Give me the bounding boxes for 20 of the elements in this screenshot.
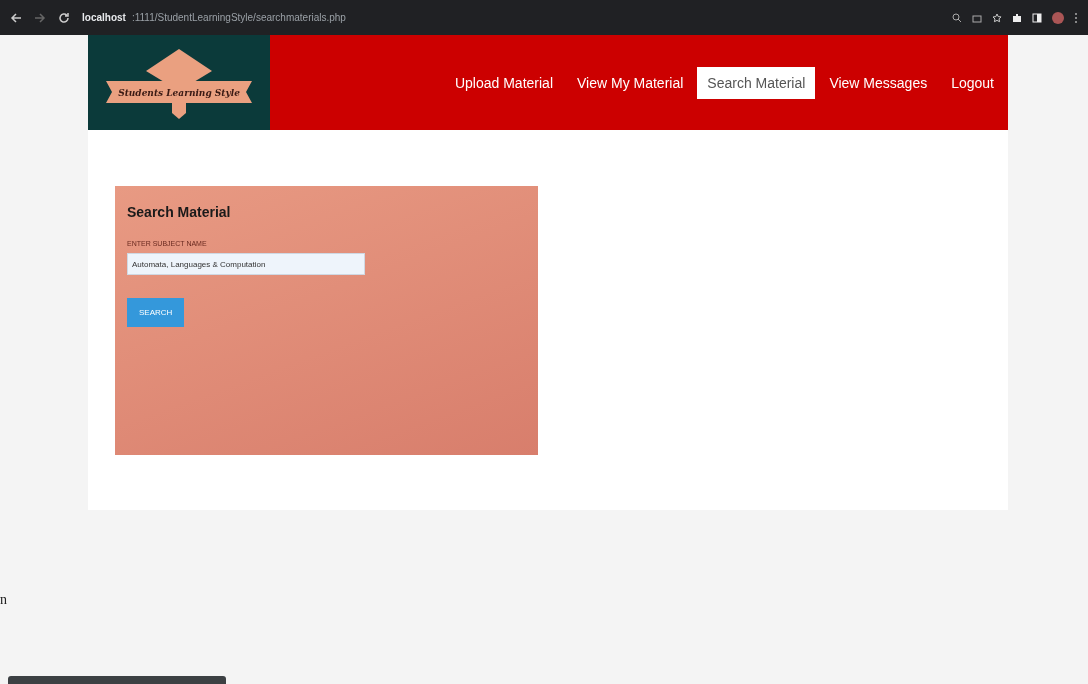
zoom-icon[interactable] — [952, 12, 962, 23]
avatar-icon[interactable] — [1052, 11, 1064, 24]
puzzle-icon[interactable] — [1012, 12, 1022, 23]
star-icon[interactable] — [992, 12, 1002, 23]
stray-text: n — [0, 592, 7, 608]
nav-link[interactable]: View Messages — [819, 66, 938, 99]
forward-icon[interactable] — [34, 11, 46, 24]
sidebar-icon[interactable] — [1032, 12, 1042, 23]
nav-link[interactable]: Search Material — [697, 66, 816, 99]
share-icon[interactable] — [972, 12, 982, 23]
nav-link[interactable]: Logout — [941, 66, 1004, 99]
nav-link[interactable]: Upload Material — [444, 66, 563, 99]
search-button[interactable]: SEARCH — [127, 298, 185, 327]
back-icon[interactable] — [10, 11, 22, 24]
address-bar[interactable]: localhost :1111/StudentLearningStyle/searchmaterials.php — [82, 12, 940, 23]
nav-link[interactable]: View My Material — [567, 66, 694, 99]
card-title: Search Material — [127, 204, 231, 220]
subject-input[interactable]: Automata, Languages & Computation — [127, 253, 365, 275]
reload-icon[interactable] — [58, 11, 70, 24]
menu-icon[interactable] — [1074, 11, 1078, 24]
